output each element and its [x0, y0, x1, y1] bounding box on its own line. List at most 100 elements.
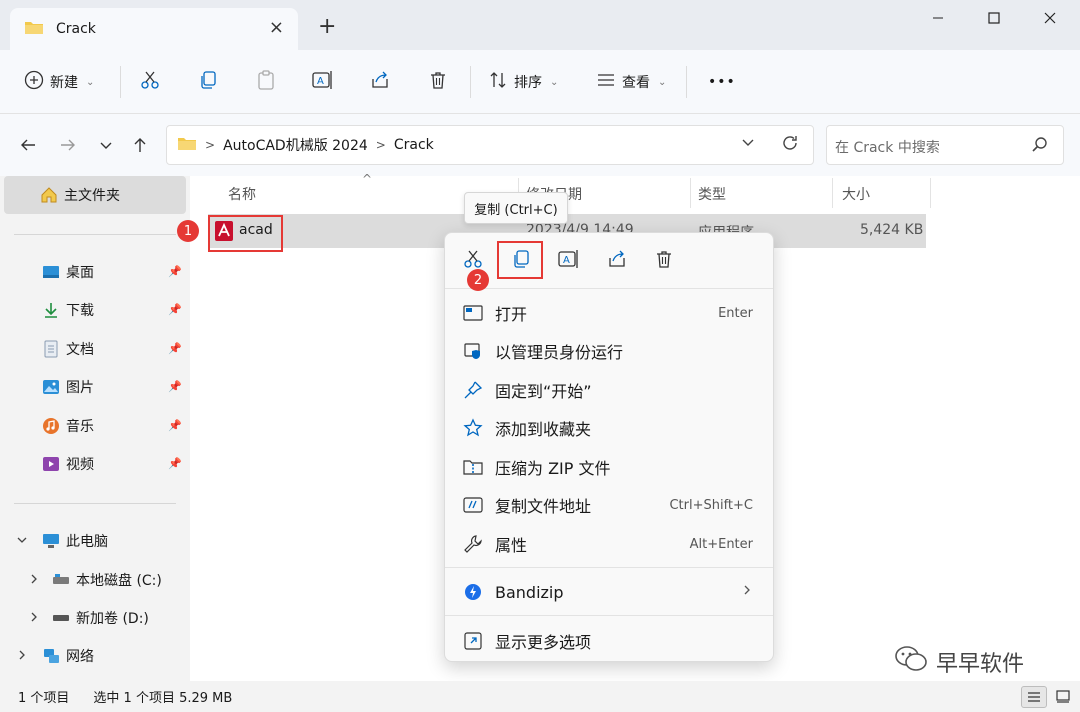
pin-icon[interactable]: 📌	[168, 342, 182, 355]
close-window-button[interactable]	[1030, 6, 1070, 30]
breadcrumb-crack[interactable]: Crack	[394, 137, 434, 153]
divider	[14, 503, 176, 504]
sidebar-item-documents[interactable]: 文档 📌	[4, 330, 186, 368]
menu-item-label: Bandizip	[495, 582, 564, 602]
step-badge-2: 2	[467, 269, 489, 291]
menu-item-show-more-options[interactable]: 显示更多选项	[445, 622, 773, 660]
new-label: 新建	[50, 75, 78, 91]
pin-icon[interactable]: 📌	[168, 419, 182, 432]
file-size: 5,424 KB	[860, 222, 924, 238]
divider	[686, 66, 687, 98]
ctx-rename-button[interactable]: A	[555, 247, 583, 275]
menu-item-add-to-favorites[interactable]: 添加到收藏夹	[445, 409, 773, 447]
trash-icon	[428, 70, 448, 94]
pin-icon[interactable]: 📌	[168, 303, 182, 316]
menu-item-bandizip[interactable]: Bandizip	[445, 573, 773, 611]
forward-button[interactable]	[56, 134, 80, 156]
address-dropdown-icon[interactable]	[740, 134, 756, 154]
pin-icon[interactable]: 📌	[168, 457, 182, 470]
divider	[445, 567, 773, 568]
cut-button[interactable]	[140, 66, 160, 98]
menu-item-label: 显示更多选项	[495, 633, 592, 652]
column-header-size[interactable]: 大小	[842, 184, 870, 204]
tab-crack[interactable]: Crack ×	[10, 8, 298, 50]
column-header-type[interactable]: 类型	[698, 184, 726, 204]
ctx-delete-button[interactable]	[650, 247, 678, 275]
chevron-down-icon[interactable]	[16, 534, 28, 549]
column-header-name[interactable]: 名称	[228, 184, 256, 204]
menu-item-properties[interactable]: 属性 Alt+Enter	[445, 525, 773, 563]
tab-close-icon[interactable]: ×	[269, 18, 284, 38]
network-icon	[42, 647, 60, 665]
sidebar-item-downloads[interactable]: 下载 📌	[4, 291, 186, 329]
recent-locations-button[interactable]	[94, 134, 118, 156]
shield-icon	[461, 339, 485, 363]
column-divider[interactable]	[930, 178, 931, 208]
search-input[interactable]: 在 Crack 中搜索	[826, 125, 1064, 165]
sidebar-item-this-pc[interactable]: 此电脑	[4, 522, 186, 560]
folder-icon	[177, 135, 197, 155]
menu-item-label: 属性	[495, 536, 528, 555]
minimize-button[interactable]	[918, 6, 958, 30]
video-icon	[42, 455, 60, 473]
address-bar[interactable]: > AutoCAD机械版 2024 > Crack	[166, 125, 814, 165]
column-divider[interactable]	[690, 178, 691, 208]
menu-item-shortcut: Enter	[718, 305, 753, 321]
new-tab-button[interactable]: +	[318, 16, 336, 38]
column-divider[interactable]	[832, 178, 833, 208]
share-button[interactable]	[370, 66, 390, 98]
title-bar: Crack × +	[0, 0, 1080, 50]
tiles-view-button[interactable]	[1052, 686, 1074, 708]
pictures-icon	[42, 378, 60, 396]
breadcrumb-autocad[interactable]: AutoCAD机械版 2024	[223, 135, 368, 155]
sort-button[interactable]: 排序 ⌄	[488, 66, 558, 98]
sidebar-item-home[interactable]: 主文件夹	[4, 176, 186, 214]
column-header-row: ^ 名称 修改日期 类型 大小	[190, 172, 1080, 210]
sidebar-item-drive-c[interactable]: 本地磁盘 (C:)	[4, 561, 186, 599]
pin-icon[interactable]: 📌	[168, 265, 182, 278]
back-button[interactable]	[16, 134, 40, 156]
chevron-right-icon[interactable]	[28, 611, 40, 626]
menu-item-label: 打开	[495, 305, 528, 324]
paste-button[interactable]	[256, 66, 276, 98]
sidebar-item-network[interactable]: 网络	[4, 637, 186, 675]
sidebar-item-videos[interactable]: 视频 📌	[4, 445, 186, 483]
menu-item-label: 添加到收藏夹	[495, 420, 592, 439]
chevron-right-icon[interactable]	[16, 649, 28, 664]
highlight-box-copy	[497, 241, 543, 279]
status-item-count: 1 个项目	[18, 691, 70, 706]
computer-icon	[42, 532, 60, 550]
clipboard-icon	[256, 70, 276, 94]
divider	[445, 615, 773, 616]
maximize-button[interactable]	[974, 6, 1014, 30]
sidebar-item-desktop[interactable]: 桌面 📌	[4, 253, 186, 291]
up-button[interactable]	[128, 134, 152, 156]
chevron-right-icon[interactable]	[28, 573, 40, 588]
sidebar-item-drive-d[interactable]: 新加卷 (D:)	[4, 599, 186, 637]
menu-item-compress-zip[interactable]: 压缩为 ZIP 文件	[445, 448, 773, 486]
divider	[14, 234, 176, 235]
sidebar-item-music[interactable]: 音乐 📌	[4, 407, 186, 445]
refresh-icon[interactable]	[780, 133, 800, 157]
ctx-share-button[interactable]	[603, 247, 631, 275]
breadcrumb-separator: >	[205, 138, 216, 152]
drive-icon	[52, 571, 70, 589]
new-button[interactable]: 新建 ⌄	[24, 66, 94, 98]
pin-icon[interactable]: 📌	[168, 380, 182, 393]
details-view-button[interactable]	[1021, 686, 1047, 708]
menu-item-run-as-admin[interactable]: 以管理员身份运行	[445, 332, 773, 370]
search-placeholder: 在 Crack 中搜索	[835, 140, 940, 156]
delete-button[interactable]	[428, 66, 448, 98]
pin-icon	[461, 378, 485, 402]
menu-item-pin-to-start[interactable]: 固定到“开始”	[445, 371, 773, 409]
menu-item-copy-path[interactable]: 复制文件地址 Ctrl+Shift+C	[445, 486, 773, 524]
view-button[interactable]: 查看 ⌄	[596, 66, 666, 98]
copy-button[interactable]	[198, 66, 218, 98]
home-icon	[40, 186, 58, 204]
rename-button[interactable]: A	[312, 66, 334, 98]
sidebar-item-pictures[interactable]: 图片 📌	[4, 368, 186, 406]
more-options-button[interactable]: •••	[708, 66, 736, 98]
menu-item-open[interactable]: 打开 Enter	[445, 294, 773, 332]
rename-icon: A	[312, 70, 334, 94]
share-icon	[607, 249, 627, 273]
